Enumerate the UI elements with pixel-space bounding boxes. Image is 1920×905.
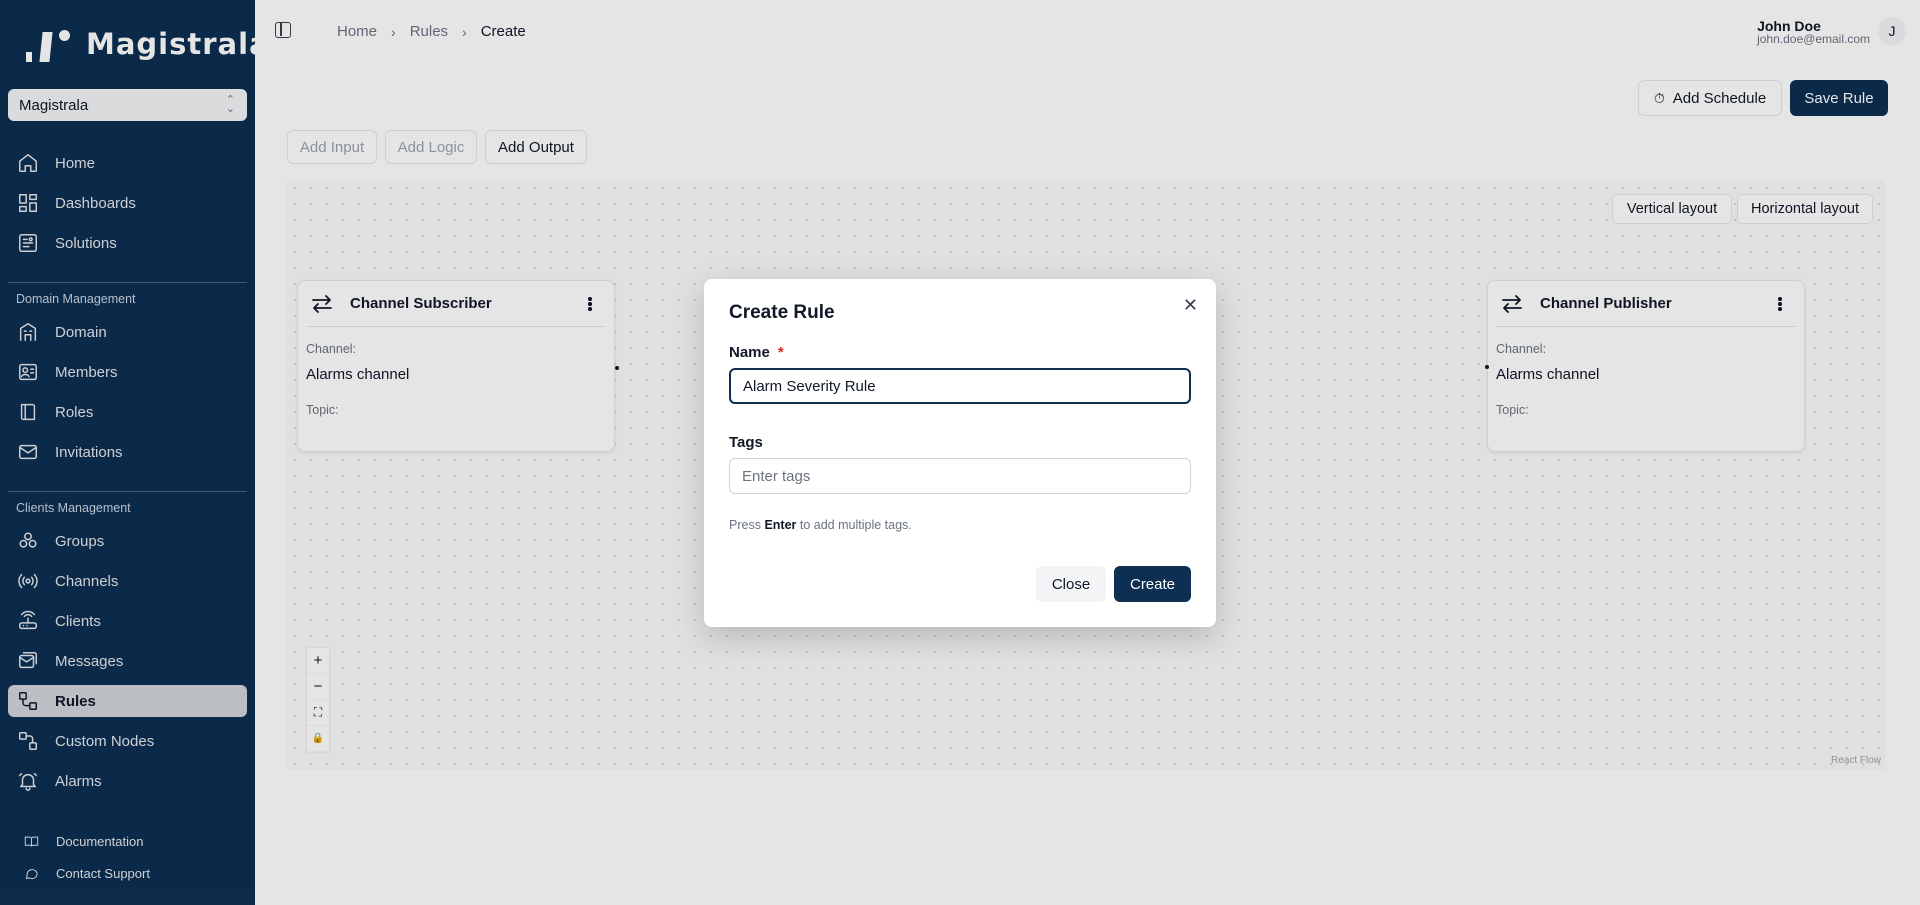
- hint-prefix: Press: [729, 518, 761, 532]
- hint-suffix: to add multiple tags.: [799, 518, 912, 532]
- hint-key: Enter: [764, 518, 797, 532]
- dialog-title: Create Rule: [729, 302, 835, 323]
- tags-hint: Press Enter to add multiple tags.: [729, 518, 912, 532]
- close-button[interactable]: Close: [1036, 566, 1106, 602]
- create-button[interactable]: Create: [1114, 566, 1191, 602]
- create-rule-dialog: Create Rule ✕ Name * Tags Press Enter to …: [704, 279, 1216, 627]
- name-input[interactable]: [729, 368, 1191, 404]
- name-label-text: Name: [729, 344, 770, 361]
- required-mark: *: [777, 344, 784, 361]
- tags-input[interactable]: [729, 458, 1191, 494]
- close-icon[interactable]: ✕: [1183, 295, 1198, 316]
- tags-field-label: Tags: [729, 434, 763, 451]
- name-field-label: Name *: [729, 344, 784, 361]
